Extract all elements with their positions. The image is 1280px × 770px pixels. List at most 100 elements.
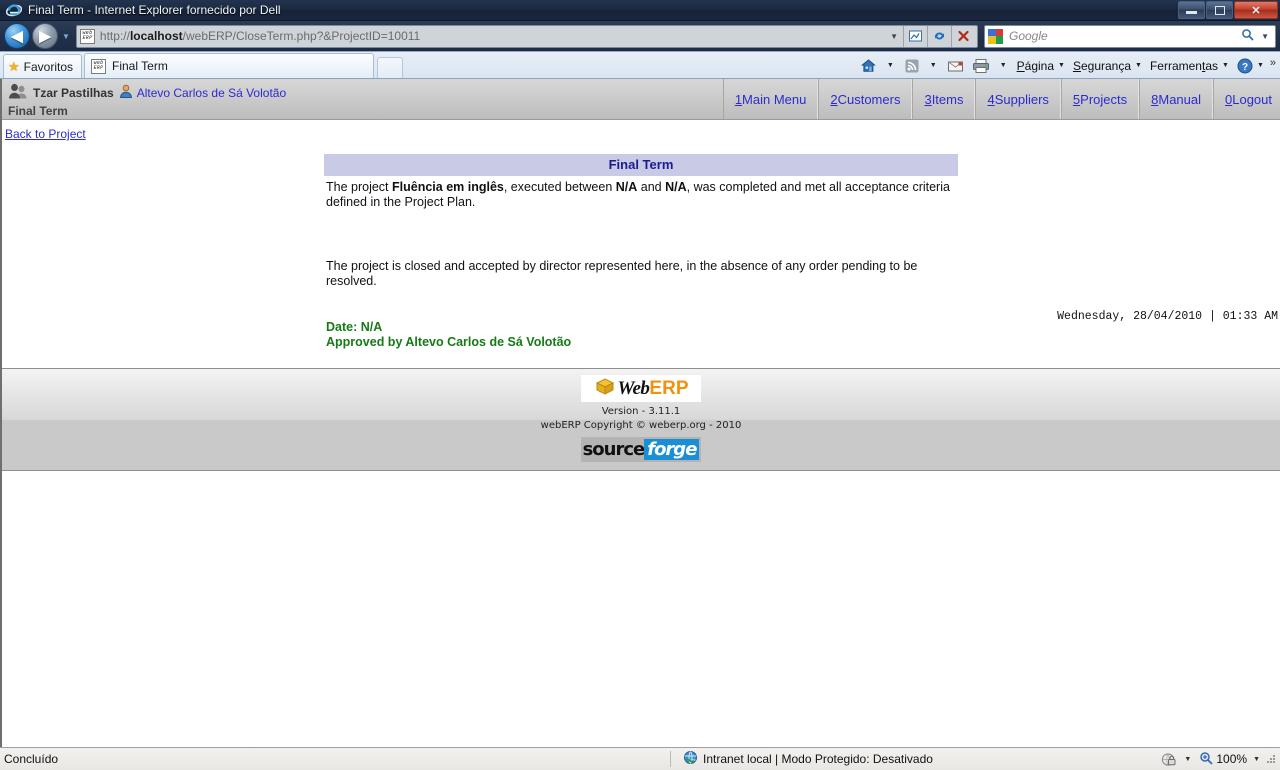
- home-caret-icon[interactable]: ▼: [881, 62, 900, 69]
- search-input[interactable]: Google: [1009, 29, 1237, 43]
- help-icon[interactable]: ? ▼: [1233, 55, 1268, 77]
- document-paragraph-2: The project is closed and accepted by di…: [326, 259, 918, 288]
- window-title: Final Term - Internet Explorer fornecido…: [28, 3, 281, 17]
- back-button[interactable]: ◀: [4, 23, 30, 49]
- document-approved-line: Approved by Altevo Carlos de Sá Volotão: [326, 335, 572, 349]
- browser-tab-label: Final Term: [112, 59, 168, 73]
- mail-icon[interactable]: [943, 55, 968, 77]
- page-blank-area: [2, 471, 1280, 761]
- nav-item-main-menu[interactable]: 1 Main Menu: [722, 79, 819, 119]
- sourceforge-logo[interactable]: source forge: [581, 437, 701, 462]
- address-input[interactable]: http://localhost/webERP/CloseTerm.php?&P…: [100, 29, 885, 43]
- status-bar-right-group: ▼ 100% ▼: [1156, 751, 1280, 768]
- address-dropdown-icon[interactable]: ▼: [885, 32, 903, 41]
- nav-item-logout[interactable]: 0 Logout: [1213, 79, 1280, 119]
- zoom-icon: [1199, 751, 1213, 768]
- weberp-brand-block: Tzar Pastilhas Altevo Carlos de Sá Volot…: [2, 79, 723, 119]
- nav-item-projects[interactable]: 5 Projects: [1060, 79, 1140, 119]
- maximize-button[interactable]: [1206, 1, 1233, 19]
- address-bar[interactable]: web ERP http://localhost/webERP/CloseTerm…: [75, 24, 978, 48]
- zoom-level-label: 100%: [1216, 752, 1248, 766]
- security-zone-label: Intranet local | Modo Protegido: Desativ…: [703, 752, 933, 766]
- document-paragraph-1: The project Fluência em inglês, executed…: [326, 180, 950, 209]
- rss-icon[interactable]: [900, 55, 924, 77]
- search-icon[interactable]: [1237, 28, 1258, 44]
- google-icon: [988, 28, 1003, 44]
- browser-status-bar: Concluído Intranet local | Modo Protegid…: [0, 747, 1280, 770]
- back-to-project-link[interactable]: Back to Project: [5, 127, 86, 141]
- weberp-logo-erp: ERP: [649, 377, 689, 399]
- sourceforge-logo-forge: forge: [644, 439, 700, 460]
- sourceforge-logo-source: source: [582, 439, 646, 460]
- status-text: Concluído: [4, 752, 59, 766]
- weberp-logo-web: Web: [617, 377, 650, 399]
- chevron-down-icon[interactable]: ▼: [1253, 756, 1260, 763]
- rss-caret-icon[interactable]: ▼: [924, 62, 943, 69]
- forward-arrow-icon: ▶: [39, 27, 51, 45]
- close-button[interactable]: ✕: [1234, 1, 1278, 19]
- nav-item-suppliers[interactable]: 4 Suppliers: [975, 79, 1061, 119]
- new-tab-button[interactable]: [377, 57, 404, 78]
- weberp-page-body: Back to Project Final Term The project F…: [2, 120, 1280, 368]
- home-icon[interactable]: [856, 55, 881, 77]
- chevron-down-icon: ▼: [1222, 62, 1229, 69]
- menu-pagina[interactable]: Página ▼: [1013, 55, 1069, 77]
- weberp-page-header: Tzar Pastilhas Altevo Carlos de Sá Volot…: [2, 79, 1280, 120]
- forward-button[interactable]: ▶: [32, 23, 58, 49]
- zoom-control[interactable]: 100% ▼: [1195, 751, 1264, 768]
- minimize-button[interactable]: [1178, 1, 1205, 19]
- weberp-favicon-icon: web ERP: [91, 58, 107, 74]
- chevron-down-icon: ▼: [1256, 62, 1264, 69]
- chevron-down-icon: ▼: [1184, 755, 1192, 763]
- menu-seguranca[interactable]: Segurança ▼: [1069, 55, 1146, 77]
- search-dropdown-icon[interactable]: ▼: [1258, 32, 1272, 41]
- print-icon[interactable]: [968, 55, 994, 77]
- group-icon: [8, 83, 28, 104]
- favorites-button[interactable]: ★ Favoritos: [3, 54, 83, 78]
- privacy-report-icon[interactable]: ▼: [1156, 752, 1195, 767]
- weberp-page-footer: Web ERP Version - 3.11.1 webERP Copyright…: [2, 368, 1280, 471]
- document-title: Final Term: [324, 154, 958, 176]
- print-caret-icon[interactable]: ▼: [994, 62, 1013, 69]
- weberp-logo: Web ERP: [581, 375, 701, 402]
- copyright-label: webERP Copyright © weberp.org - 2010: [540, 420, 742, 431]
- browser-tab-final-term[interactable]: web ERP Final Term: [84, 53, 375, 78]
- command-bar: ▼ ▼ ▼ Página ▼ Segurança ▼ Ferramentas ▼…: [856, 52, 1280, 79]
- compatibility-view-icon[interactable]: [903, 25, 927, 47]
- stop-loading-icon[interactable]: [951, 25, 975, 47]
- tab-bar: ★ Favoritos web ERP Final Term ▼ ▼ ▼ Pági…: [0, 52, 1280, 79]
- back-arrow-icon: ◀: [11, 27, 23, 45]
- company-name: Tzar Pastilhas: [33, 86, 114, 100]
- window-titlebar: Final Term - Internet Explorer fornecido…: [0, 0, 1280, 21]
- recent-pages-caret-icon[interactable]: ▼: [62, 32, 70, 41]
- resize-grip[interactable]: [1264, 752, 1278, 766]
- document-signature-block: Date: N/A Approved by Altevo Carlos de S…: [326, 320, 956, 350]
- favorites-label: Favoritos: [23, 59, 74, 74]
- security-zone-indicator[interactable]: Intranet local | Modo Protegido: Desativ…: [671, 750, 1156, 768]
- final-term-document: Final Term The project Fluência em inglê…: [324, 154, 958, 350]
- window-controls: ✕: [1178, 1, 1278, 19]
- svg-text:?: ?: [1242, 62, 1248, 73]
- nav-item-manual[interactable]: 8 Manual: [1139, 79, 1213, 119]
- internet-explorer-icon: [6, 2, 22, 18]
- globe-icon: [683, 750, 698, 768]
- chevron-down-icon: ▼: [1135, 62, 1142, 69]
- version-label: Version - 3.11.1: [601, 406, 681, 417]
- star-icon: ★: [8, 58, 20, 74]
- document-date-line: Date: N/A: [326, 320, 383, 334]
- weberp-favicon-icon: web ERP: [79, 28, 95, 44]
- document-spacer: [324, 209, 958, 255]
- command-bar-overflow-icon[interactable]: »: [1268, 57, 1276, 75]
- refresh-icon[interactable]: [927, 25, 951, 47]
- nav-item-customers[interactable]: 2 Customers: [818, 79, 913, 119]
- search-box[interactable]: Google ▼: [984, 24, 1276, 48]
- package-box-icon: [594, 376, 616, 402]
- menu-ferramentas[interactable]: Ferramentas ▼: [1146, 55, 1233, 77]
- logged-in-user-link[interactable]: Altevo Carlos de Sá Volotão: [137, 86, 286, 100]
- nav-item-items[interactable]: 3 Items: [912, 79, 976, 119]
- page-title: Final Term: [8, 103, 68, 118]
- browser-navigation-bar: ◀ ▶ ▼ web ERP http://localhost/webERP/Clo…: [0, 21, 1280, 52]
- weberp-main-nav: 1 Main Menu 2 Customers 3 Items 4 Suppli…: [722, 79, 1280, 119]
- page-viewport: Tzar Pastilhas Altevo Carlos de Sá Volot…: [0, 79, 1280, 761]
- chevron-down-icon: ▼: [1058, 62, 1065, 69]
